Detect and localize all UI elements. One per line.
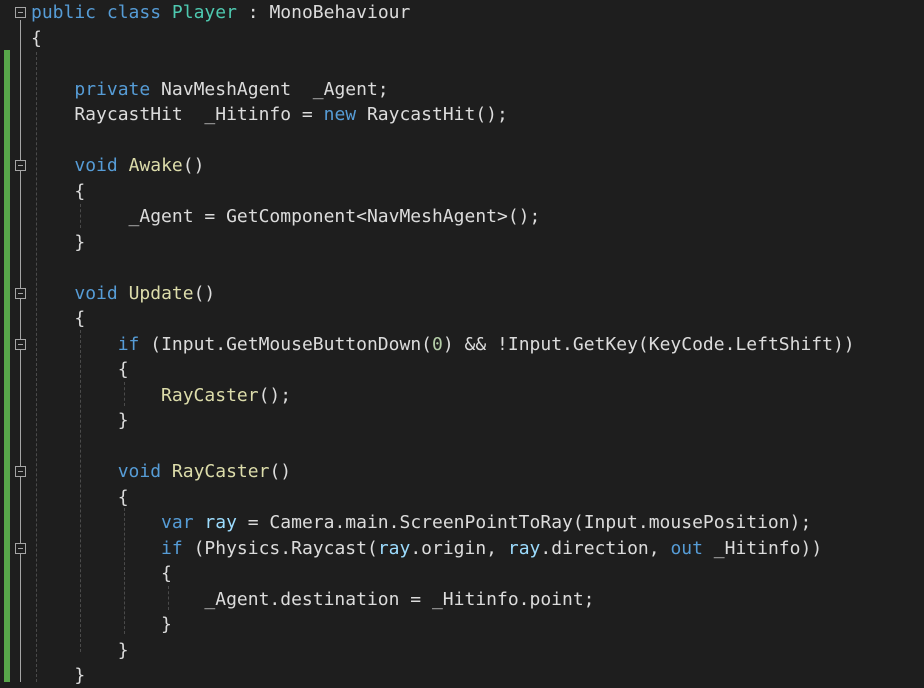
code-token: { [31,486,129,508]
code-token: .origin, [410,537,508,559]
code-token: RayCaster [161,384,259,406]
code-line[interactable]: } [31,612,172,637]
code-line[interactable]: void RayCaster() [31,459,291,484]
code-token: () [182,155,205,176]
change-indicator-bar [4,50,10,682]
code-line[interactable]: } [31,663,85,688]
code-token: if [161,537,183,559]
code-token: RayCaster [171,461,270,482]
code-line[interactable]: if (Input.GetMouseButtonDown(0) && !Inpu… [31,332,855,357]
code-token: Awake [128,155,183,176]
code-token: { [31,359,129,380]
code-line[interactable]: { [31,357,129,382]
code-token: Update [128,282,194,304]
code-token: { [31,27,42,49]
code-token: RaycastHit _Hitinfo = [31,104,324,125]
code-token: { [31,180,86,202]
code-token: public [31,2,97,23]
code-token: { [31,563,172,584]
collapse-icon[interactable] [15,338,26,350]
code-token: (Input.GetMouseButtonDown( [139,333,432,355]
code-token: (Physics.Raycast( [182,537,378,559]
code-line[interactable]: public class Player : MonoBehaviour [31,0,410,25]
code-token: NavMeshAgent _Agent; [150,78,389,100]
code-token: _Agent.destination = _Hitinfo.point; [31,588,595,610]
collapse-icon[interactable] [15,542,26,554]
code-token: } [31,410,129,431]
code-token: : MonoBehaviour [236,2,411,23]
code-line[interactable]: { [31,561,172,586]
code-line[interactable]: RaycastHit _Hitinfo = new RaycastHit(); [31,102,508,127]
code-token: void [74,282,118,304]
code-line[interactable]: void Awake() [31,153,204,178]
collapse-icon[interactable] [15,287,26,299]
collapse-icon[interactable] [15,160,26,171]
code-token: out [670,537,703,559]
code-line[interactable]: RayCaster(); [31,383,291,408]
code-line[interactable]: _Agent = GetComponent<NavMeshAgent>(); [31,204,541,229]
code-token: () [193,282,216,304]
code-line[interactable]: } [31,230,85,255]
code-editor[interactable]: public class Player : MonoBehaviour{ pri… [0,0,924,686]
code-token: class [106,2,162,23]
code-line[interactable]: { [31,179,85,204]
code-token: _Hitinfo)) [702,537,823,559]
code-line[interactable]: { [31,26,42,51]
code-token: = Camera.main.ScreenPointToRay(Input.mou… [236,512,812,533]
collapse-icon[interactable] [15,466,26,477]
code-line[interactable]: _Agent.destination = _Hitinfo.point; [31,587,595,612]
fold-line-class [20,20,21,682]
code-token: _Agent = GetComponent<NavMeshAgent>(); [31,206,541,227]
code-token: void [117,461,162,482]
code-token: } [31,639,129,661]
code-token: ray [377,537,411,559]
code-token: { [31,308,86,329]
code-token: new [323,104,357,125]
code-token: ) && !Input.GetKey(KeyCode.LeftShift)) [442,333,855,355]
code-token: Player [171,2,237,23]
code-token: ray [507,537,541,559]
code-line[interactable]: } [31,638,129,663]
code-token: () [269,461,292,482]
code-token: } [31,614,172,635]
code-line[interactable]: private NavMeshAgent _Agent; [31,77,389,102]
code-line[interactable]: } [31,408,129,433]
collapse-icon[interactable] [15,7,26,18]
code-token: if [117,333,140,355]
code-line[interactable]: { [31,306,85,331]
code-token: void [74,155,118,176]
code-token: (); [258,384,292,406]
code-line[interactable]: if (Physics.Raycast(ray.origin, ray.dire… [31,536,822,561]
code-line[interactable]: void Update() [31,281,215,306]
code-line[interactable]: var ray = Camera.main.ScreenPointToRay(I… [31,510,811,535]
code-token: 0 [432,333,443,355]
code-token: RaycastHit(); [356,104,508,125]
code-token: ray [204,512,237,533]
code-token: var [161,512,194,533]
code-token: .direction, [540,537,671,559]
code-token: } [31,665,86,686]
code-token: } [31,231,86,253]
code-line[interactable]: { [31,485,129,510]
code-token: private [74,78,151,100]
